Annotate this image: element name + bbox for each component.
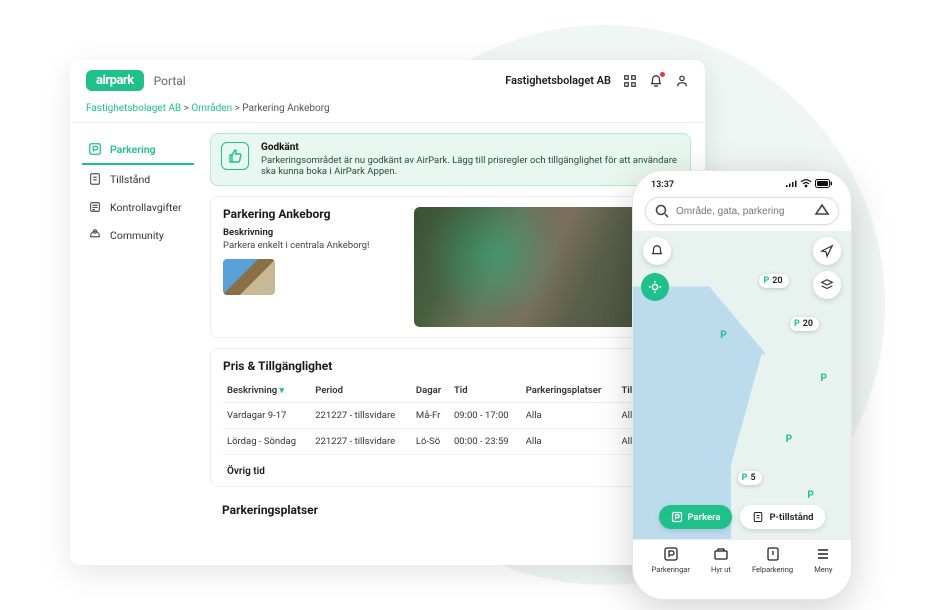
phone-layers-icon[interactable] [813, 271, 841, 299]
parkera-button[interactable]: Parkera [659, 505, 733, 529]
sidebar-item-kontrollavgifter[interactable]: Kontrollavgifter [82, 193, 194, 221]
phone-status-bar: 13:37 [633, 171, 851, 193]
brand-logo: airpark [86, 70, 144, 91]
map-pin[interactable]: P20 [759, 274, 788, 288]
col-beskrivning[interactable]: Beskrivning ▾ [223, 379, 311, 403]
parking-photo-thumbnail[interactable] [223, 259, 275, 295]
parking-icon [88, 142, 102, 156]
notifications-bell-icon[interactable] [649, 74, 663, 88]
apps-grid-icon[interactable] [623, 74, 637, 88]
tab-parkeringar[interactable]: Parkeringar [652, 546, 690, 574]
breadcrumb-org[interactable]: Fastighetsbolaget AB [86, 103, 181, 114]
map-pin-small[interactable]: P [820, 373, 826, 384]
permit-icon [88, 172, 102, 186]
portal-label: Portal [154, 74, 186, 88]
portal-window: airpark Portal Fastighetsbolaget AB Fast… [70, 60, 705, 565]
parking-title: Parkering Ankeborg [223, 207, 398, 221]
signal-icon [785, 180, 797, 191]
col-period[interactable]: Period [311, 379, 412, 403]
tab-felparkering[interactable]: Felparkering [752, 546, 793, 574]
other-time-row: Övrig tid Parke [223, 455, 678, 482]
description-text: Parkera enkelt i centrala Ankeborg! [223, 240, 398, 251]
pricing-title: Pris & Tillgänglighet [223, 359, 678, 373]
portal-header: airpark Portal Fastighetsbolaget AB [70, 60, 705, 99]
search-input[interactable] [676, 206, 808, 217]
community-icon [88, 228, 102, 242]
rent-out-icon [713, 546, 729, 562]
phone-map-actions: Parkera P-tillstånd [633, 505, 851, 529]
parking-icon [663, 546, 679, 562]
table-row[interactable]: Lördag - Söndag 221227 - tillsvidare Lö-… [223, 429, 678, 455]
col-spots[interactable]: Parkeringsplatser [522, 379, 618, 403]
table-row[interactable]: Vardagar 9-17 221227 - tillsvidare Må-Fr… [223, 403, 678, 429]
parking-spots-title: Parkeringsplatser [222, 503, 318, 517]
thumbs-up-icon [221, 142, 249, 170]
header-org-name[interactable]: Fastighetsbolaget AB [505, 74, 611, 87]
filter-icon[interactable] [814, 203, 830, 219]
pricing-card: Pris & Tillgänglighet Beskrivning ▾ Peri… [210, 348, 691, 487]
breadcrumb-current: Parkering Ankeborg [242, 103, 329, 114]
battery-icon [815, 179, 833, 191]
sidebar-item-label: Community [110, 229, 164, 242]
tab-meny[interactable]: Meny [814, 546, 832, 574]
map-pin-small[interactable]: P [807, 490, 813, 501]
banner-title: Godkänt [261, 142, 680, 153]
sidebar-item-label: Kontrollavgifter [110, 201, 182, 214]
chevron-down-icon: ▾ [280, 386, 285, 396]
search-icon [654, 203, 670, 219]
phone-locate-icon[interactable] [813, 237, 841, 265]
phone-user-location-icon[interactable] [641, 273, 669, 301]
description-label: Beskrivning [223, 227, 398, 238]
sidebar: Parkering Tillstånd Kontrollavgifter Com… [70, 123, 200, 565]
sidebar-item-parkering[interactable]: Parkering [82, 135, 194, 165]
menu-icon [815, 546, 831, 562]
pricing-table: Beskrivning ▾ Period Dagar Tid Parkering… [223, 379, 678, 455]
phone-mockup: 13:37 P20 P20 P5 P [632, 170, 852, 600]
header-right: Fastighetsbolaget AB [505, 74, 689, 88]
sidebar-item-tillstand[interactable]: Tillstånd [82, 165, 194, 193]
parking-info-card: Parkering Ankeborg Beskrivning Parkera e… [210, 196, 691, 338]
other-time-label: Övrig tid [227, 466, 265, 477]
status-clock: 13:37 [651, 180, 674, 190]
phone-search-bar[interactable] [645, 197, 839, 225]
sidebar-item-label: Tillstånd [110, 173, 150, 186]
approved-banner: Godkänt Parkeringsområdet är nu godkänt … [210, 133, 691, 186]
col-tid[interactable]: Tid [450, 379, 522, 403]
main-content: Godkänt Parkeringsområdet är nu godkänt … [200, 123, 705, 565]
map-pin[interactable]: P5 [738, 471, 762, 485]
map-pin-small[interactable]: P [786, 434, 792, 445]
wifi-icon [800, 179, 812, 191]
banner-body: Parkeringsområdet är nu godkänt av AirPa… [261, 155, 680, 177]
portal-body: Parkering Tillstånd Kontrollavgifter Com… [70, 123, 705, 565]
tab-hyr-ut[interactable]: Hyr ut [711, 546, 731, 574]
fees-icon [88, 200, 102, 214]
phone-bell-icon[interactable] [643, 237, 671, 265]
p-tillstand-button[interactable]: P-tillstånd [740, 505, 825, 529]
sidebar-item-community[interactable]: Community [82, 221, 194, 249]
breadcrumb: Fastighetsbolaget AB > Områden > Parkeri… [70, 99, 705, 123]
parking-spots-header: Parkeringsplatser Filtrera [210, 497, 691, 518]
sidebar-item-label: Parkering [110, 143, 156, 156]
phone-tab-bar: Parkeringar Hyr ut Felparkering Meny [633, 539, 851, 584]
col-dagar[interactable]: Dagar [412, 379, 450, 403]
map-pin-small[interactable]: P [720, 330, 726, 341]
logo-group: airpark Portal [86, 70, 186, 91]
report-icon [765, 546, 781, 562]
user-profile-icon[interactable] [675, 74, 689, 88]
breadcrumb-areas[interactable]: Områden [191, 103, 232, 114]
map-pin[interactable]: P20 [790, 317, 819, 331]
phone-map[interactable]: P20 P20 P5 P P P P Parkera P-tillstånd [633, 231, 851, 539]
